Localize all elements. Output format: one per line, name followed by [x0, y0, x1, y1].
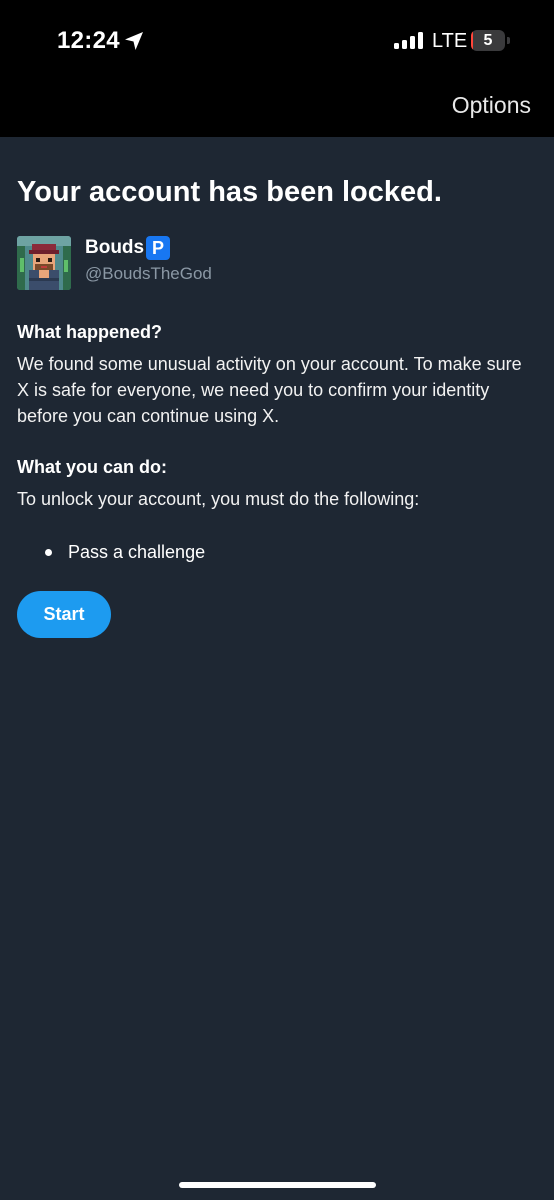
- bullet-icon: [45, 549, 52, 556]
- what-happened-body: We found some unusual activity on your a…: [17, 354, 522, 426]
- what-you-can-do-body: To unlock your account, you must do the …: [17, 489, 420, 509]
- network-type-label: LTE: [432, 30, 468, 52]
- parking-badge-icon: P: [146, 236, 170, 260]
- home-indicator[interactable]: [179, 1182, 376, 1188]
- step-label: Pass a challenge: [68, 542, 206, 562]
- battery-cap: [507, 37, 510, 44]
- main-content: Your account has been locked. Bouds P @B…: [17, 172, 537, 638]
- battery-level: 5: [483, 32, 493, 49]
- location-arrow-icon: [125, 32, 143, 50]
- steps-list: Pass a challenge: [17, 539, 537, 565]
- what-you-can-do-heading: What you can do:: [17, 457, 167, 477]
- cellular-signal-icon: [394, 31, 424, 49]
- list-item: Pass a challenge: [17, 539, 537, 565]
- what-happened-heading: What happened?: [17, 322, 162, 342]
- start-button[interactable]: Start: [17, 591, 111, 638]
- options-button[interactable]: Options: [452, 92, 531, 119]
- top-bar: 12:24 LTE 5 Options: [0, 0, 554, 137]
- status-time: 12:24: [57, 27, 120, 54]
- account-profile: Bouds P @BoudsTheGod: [17, 236, 537, 294]
- page-title: Your account has been locked.: [17, 176, 442, 208]
- battery-icon: 5: [471, 30, 505, 51]
- avatar: [17, 236, 71, 290]
- display-name: Bouds: [85, 237, 145, 258]
- username: @BoudsTheGod: [85, 264, 212, 283]
